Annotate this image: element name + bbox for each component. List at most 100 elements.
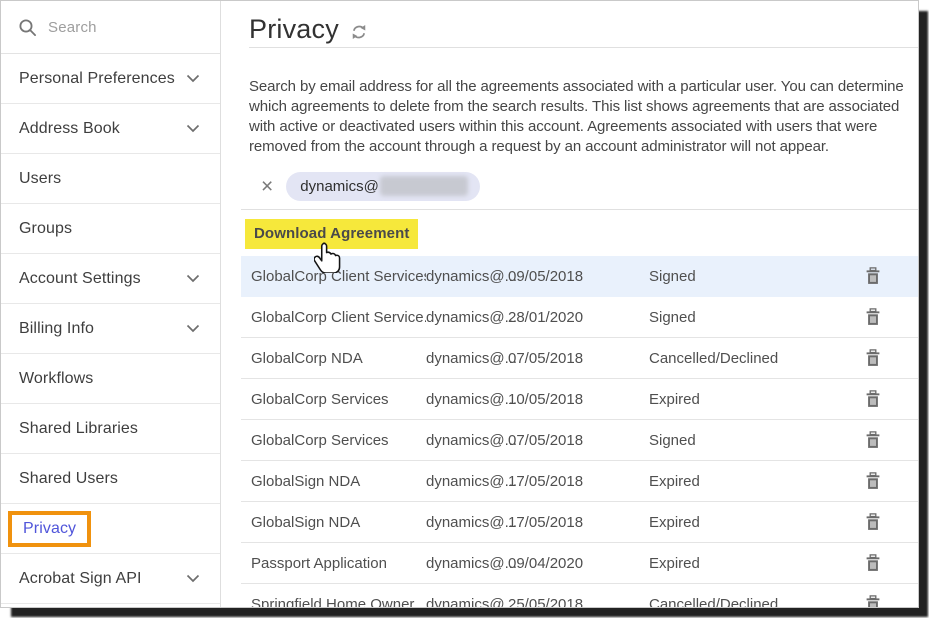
sidebar-search — [1, 1, 220, 54]
sidebar-item-label: Users — [19, 170, 61, 188]
agreement-date: 25/05/2018 — [508, 596, 649, 609]
agreement-name: GlobalCorp Services — [241, 432, 426, 449]
agreement-row[interactable]: GlobalSign NDA dynamics@... 17/05/2018 E… — [241, 502, 918, 543]
chevron-down-icon — [186, 124, 200, 133]
trash-icon — [865, 267, 881, 285]
privacy-description: Search by email address for all the agre… — [249, 77, 919, 157]
delete-agreement-button[interactable] — [863, 552, 883, 574]
agreement-status: Expired — [649, 514, 828, 531]
agreement-date: 07/05/2018 — [508, 432, 649, 449]
chevron-down-icon — [186, 74, 200, 83]
delete-agreement-button[interactable] — [863, 265, 883, 287]
agreement-status: Signed — [649, 268, 828, 285]
screenshot-frame: Personal Preferences Address Book — [0, 0, 919, 608]
trash-icon — [865, 349, 881, 367]
refresh-icon[interactable] — [350, 23, 368, 41]
delete-agreement-button[interactable] — [863, 306, 883, 328]
delete-agreement-button[interactable] — [863, 593, 883, 608]
email-search-value: dynamics@ — [300, 178, 379, 195]
agreement-name: GlobalCorp Client Service... — [241, 309, 426, 326]
sidebar-item[interactable]: Shared Libraries — [1, 404, 220, 454]
sidebar-item[interactable]: Shared Users — [1, 454, 220, 504]
agreement-email: dynamics@... — [426, 514, 508, 531]
settings-sidebar: Personal Preferences Address Book — [1, 1, 221, 607]
agreement-date: 09/04/2020 — [508, 555, 649, 572]
trash-icon — [865, 554, 881, 572]
sidebar-item[interactable]: Acrobat Sign API — [1, 554, 220, 604]
sidebar-item-label: Shared Users — [19, 470, 118, 488]
sidebar-item[interactable]: Personal Preferences — [1, 54, 220, 104]
trash-icon — [865, 595, 881, 608]
clear-search-icon[interactable]: × — [261, 176, 273, 197]
agreement-row[interactable]: Springfield Home Owner... dynamics@... 2… — [241, 584, 918, 608]
sidebar-item-label: Shared Libraries — [19, 420, 138, 438]
chevron-down-icon — [186, 274, 200, 283]
agreement-row[interactable]: GlobalCorp Client Service... dynamics@..… — [241, 297, 918, 338]
agreement-status: Expired — [649, 555, 828, 572]
agreement-name: GlobalCorp Services — [241, 391, 426, 408]
sidebar-item[interactable]: Users — [1, 154, 220, 204]
sidebar-item[interactable]: Groups — [1, 204, 220, 254]
agreement-status: Cancelled/Declined — [649, 596, 828, 609]
search-divider — [241, 209, 918, 210]
chevron-down-icon — [186, 324, 200, 333]
agreement-email: dynamics@... — [426, 432, 508, 449]
sidebar-item-label: Account Settings — [19, 270, 141, 288]
delete-agreement-button[interactable] — [863, 388, 883, 410]
agreement-date: 17/05/2018 — [508, 514, 649, 531]
delete-agreement-button[interactable] — [863, 511, 883, 533]
agreement-status: Expired — [649, 391, 828, 408]
trash-icon — [865, 472, 881, 490]
trash-icon — [865, 431, 881, 449]
sidebar-item-label: Privacy — [8, 511, 91, 547]
agreement-row[interactable]: GlobalSign NDA dynamics@... 17/05/2018 E… — [241, 461, 918, 502]
page-title: Privacy — [249, 14, 339, 45]
trash-icon — [865, 513, 881, 531]
sidebar-item[interactable]: Privacy — [1, 504, 220, 554]
agreement-date: 09/05/2018 — [508, 268, 649, 285]
sidebar-item-label: Acrobat Sign API — [19, 570, 142, 588]
sidebar-item-label: Billing Info — [19, 320, 94, 338]
delete-agreement-button[interactable] — [863, 429, 883, 451]
privacy-panel: Privacy Search by email address for all … — [222, 1, 918, 607]
agreement-email: dynamics@... — [426, 268, 508, 285]
search-icon — [18, 18, 37, 37]
title-divider — [249, 47, 918, 48]
trash-icon — [865, 308, 881, 326]
agreement-name: Passport Application — [241, 555, 426, 572]
agreement-row[interactable]: GlobalCorp Services dynamics@... 10/05/2… — [241, 379, 918, 420]
agreement-email: dynamics@... — [426, 309, 508, 326]
agreement-row[interactable]: GlobalCorp Client Services dynamics@... … — [241, 256, 918, 297]
agreement-email: dynamics@... — [426, 391, 508, 408]
sidebar-item[interactable]: Workflows — [1, 354, 220, 404]
redacted-text — [380, 176, 468, 196]
sidebar-nav: Personal Preferences Address Book — [1, 54, 220, 604]
agreements-table: GlobalCorp Client Services dynamics@... … — [241, 256, 918, 608]
sidebar-item-label: Personal Preferences — [19, 70, 175, 88]
search-input[interactable] — [48, 19, 198, 36]
agreement-date: 17/05/2018 — [508, 473, 649, 490]
download-agreement-button[interactable]: Download Agreement — [245, 219, 418, 249]
agreement-row[interactable]: GlobalCorp Services dynamics@... 07/05/2… — [241, 420, 918, 461]
agreement-name: GlobalSign NDA — [241, 514, 426, 531]
agreement-status: Signed — [649, 432, 828, 449]
agreement-row[interactable]: Passport Application dynamics@... 09/04/… — [241, 543, 918, 584]
agreement-row[interactable]: GlobalCorp NDA dynamics@... 07/05/2018 C… — [241, 338, 918, 379]
sidebar-item-label: Groups — [19, 220, 72, 238]
delete-agreement-button[interactable] — [863, 470, 883, 492]
delete-agreement-button[interactable] — [863, 347, 883, 369]
agreement-date: 10/05/2018 — [508, 391, 649, 408]
agreement-email: dynamics@... — [426, 596, 508, 609]
agreement-name: GlobalSign NDA — [241, 473, 426, 490]
trash-icon — [865, 390, 881, 408]
sidebar-item[interactable]: Account Settings — [1, 254, 220, 304]
sidebar-item-label: Address Book — [19, 120, 120, 138]
agreement-status: Signed — [649, 309, 828, 326]
agreement-email: dynamics@... — [426, 473, 508, 490]
email-search-pill[interactable]: dynamics@ — [286, 172, 480, 201]
agreement-status: Expired — [649, 473, 828, 490]
sidebar-item[interactable]: Address Book — [1, 104, 220, 154]
sidebar-item-label: Workflows — [19, 370, 93, 388]
agreement-date: 07/05/2018 — [508, 350, 649, 367]
sidebar-item[interactable]: Billing Info — [1, 304, 220, 354]
